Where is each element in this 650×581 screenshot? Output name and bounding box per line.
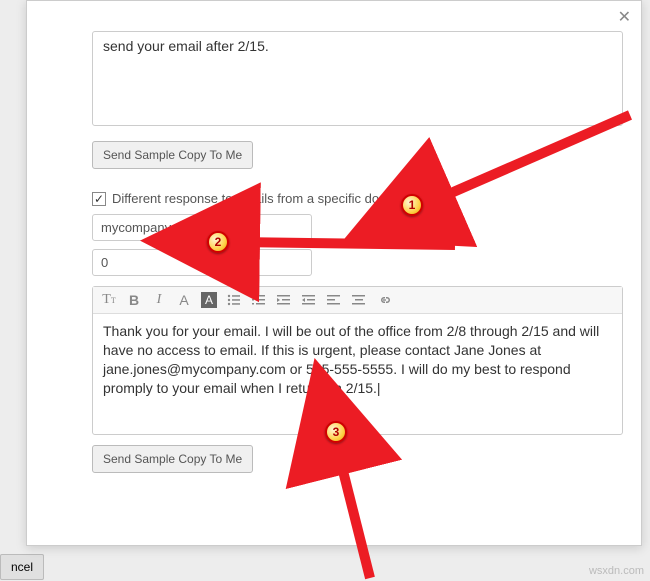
editor-toolbar: TT B I A A — [93, 287, 622, 314]
indent-icon[interactable] — [301, 292, 317, 308]
editor-content[interactable]: Thank you for your email. I will be out … — [93, 314, 622, 434]
domain-input[interactable] — [92, 214, 312, 241]
bullet-list-icon[interactable] — [226, 292, 242, 308]
callout-2: 2 — [207, 231, 229, 253]
send-sample-button-2[interactable]: Send Sample Copy To Me — [92, 445, 253, 473]
domain-response-checkbox[interactable]: ✓ — [92, 192, 106, 206]
callout-3: 3 — [325, 421, 347, 443]
close-icon[interactable]: ✕ — [618, 7, 631, 27]
link-icon[interactable] — [376, 292, 392, 308]
outdent-icon[interactable] — [276, 292, 292, 308]
text-size-icon[interactable]: TT — [101, 292, 117, 308]
watermark: wsxdn.com — [589, 565, 644, 577]
numbered-list-icon[interactable] — [251, 292, 267, 308]
italic-icon[interactable]: I — [151, 292, 167, 308]
count-input[interactable] — [92, 249, 312, 276]
cancel-button[interactable]: ncel — [0, 554, 44, 580]
align-center-icon[interactable] — [351, 292, 367, 308]
domain-response-label: Different response to emails from a spec… — [112, 191, 407, 206]
bold-icon[interactable]: B — [126, 292, 142, 308]
highlight-icon[interactable]: A — [201, 292, 217, 308]
send-sample-button-1[interactable]: Send Sample Copy To Me — [92, 141, 253, 169]
align-left-icon[interactable] — [326, 292, 342, 308]
rich-text-editor: TT B I A A — [92, 286, 623, 435]
callout-1: 1 — [401, 194, 423, 216]
general-response-textarea[interactable] — [92, 31, 623, 126]
settings-modal: ✕ Send Sample Copy To Me ✓ Different res… — [26, 0, 642, 546]
font-color-icon[interactable]: A — [176, 292, 192, 308]
